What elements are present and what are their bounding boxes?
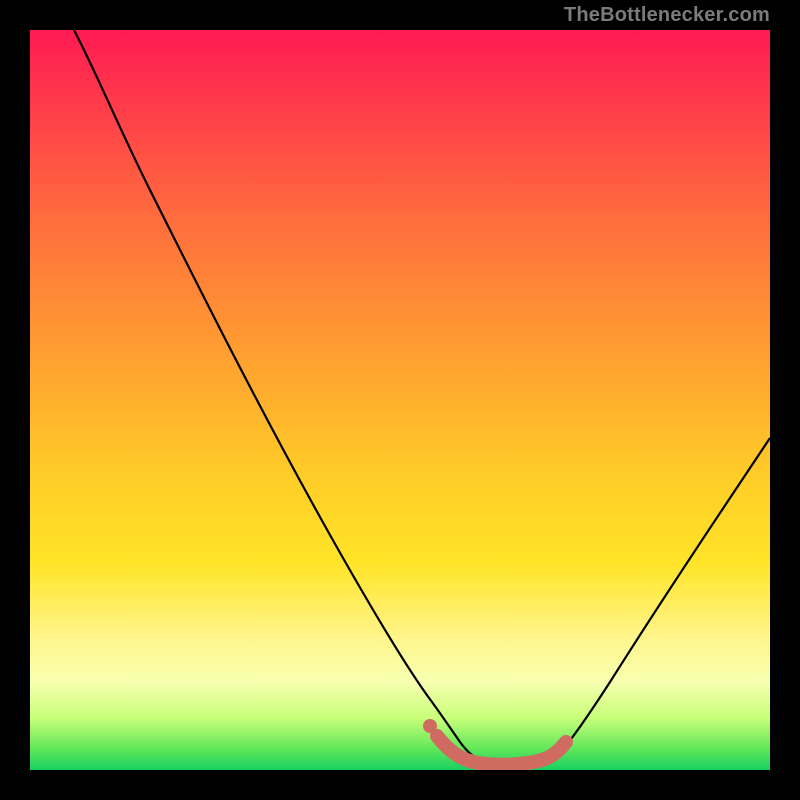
bottleneck-curve — [74, 30, 770, 765]
trough-dot-icon — [423, 719, 437, 733]
watermark-text: TheBottlenecker.com — [564, 4, 770, 27]
trough-marker — [437, 736, 566, 765]
chart-canvas: TheBottlenecker.com — [0, 0, 800, 800]
plot-svg — [30, 30, 770, 770]
plot-area — [30, 30, 770, 770]
